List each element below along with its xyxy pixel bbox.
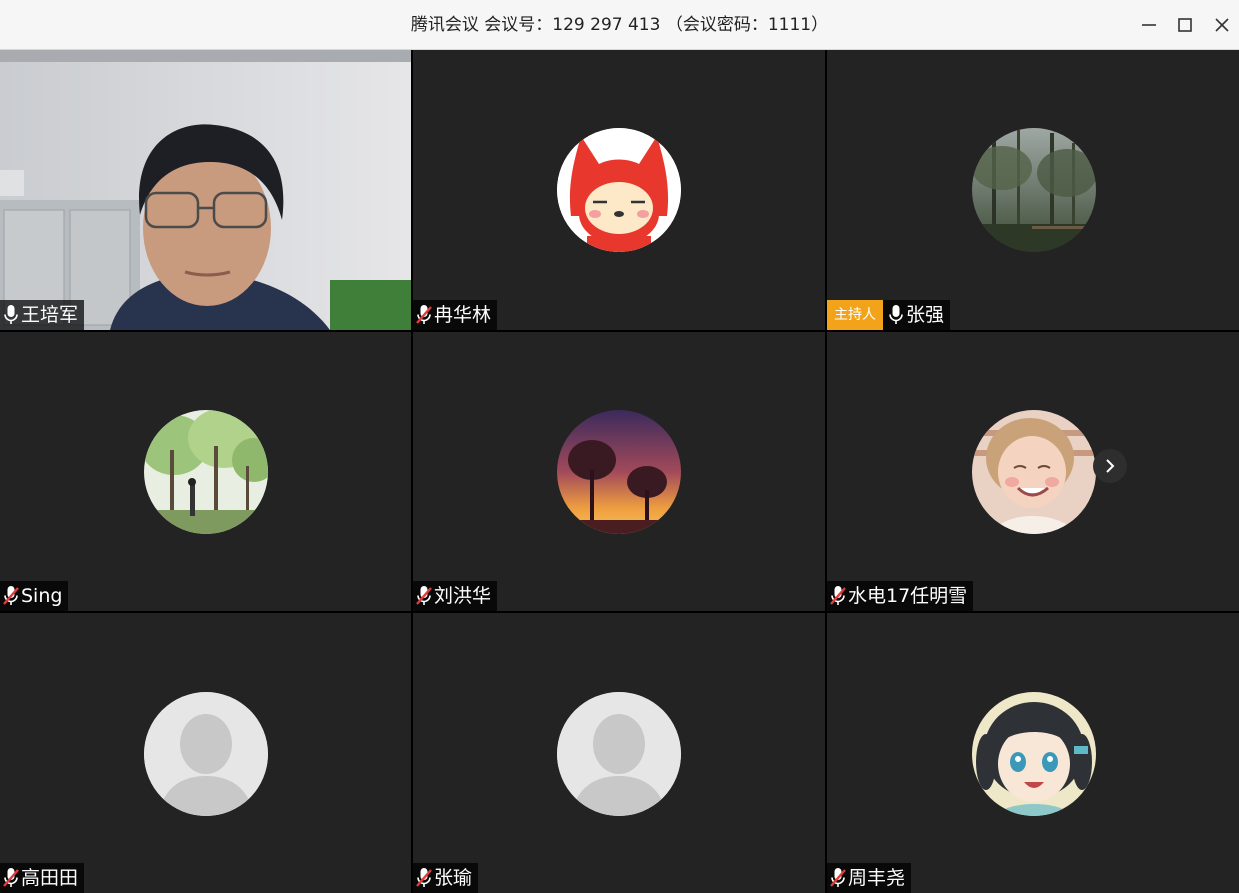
avatar bbox=[972, 692, 1096, 816]
default-person-avatar bbox=[557, 692, 681, 816]
avatar bbox=[144, 692, 268, 816]
name-tag: 高田田 bbox=[0, 863, 85, 893]
child-avatar bbox=[972, 410, 1096, 534]
avatar bbox=[557, 128, 681, 252]
participant-name: 周丰尧 bbox=[848, 867, 906, 889]
name-tag: 主持人 张强 bbox=[827, 300, 951, 330]
participant-tile-zhang-yu[interactable]: 张瑜 bbox=[413, 613, 825, 893]
participant-name: 王培军 bbox=[21, 304, 79, 326]
microphone-muted-icon[interactable] bbox=[415, 585, 433, 607]
participant-name: 高田田 bbox=[21, 867, 79, 889]
default-person-avatar bbox=[144, 692, 268, 816]
next-page-button[interactable] bbox=[1093, 449, 1127, 483]
microphone-muted-icon[interactable] bbox=[829, 867, 847, 889]
participant-name: 刘洪华 bbox=[434, 585, 492, 607]
avatar bbox=[557, 692, 681, 816]
participant-tile-ran-hualin[interactable]: 冉华林 bbox=[413, 50, 825, 330]
forest-avatar bbox=[972, 128, 1096, 252]
name-tag: 周丰尧 bbox=[827, 863, 912, 893]
microphone-icon[interactable] bbox=[887, 304, 905, 326]
red-fox-avatar bbox=[557, 128, 681, 252]
maximize-icon[interactable] bbox=[1173, 13, 1197, 37]
anime-girl-avatar bbox=[972, 692, 1096, 816]
participant-tile-zhou-fengyao[interactable]: 周丰尧 bbox=[827, 613, 1239, 893]
participant-name: 张强 bbox=[906, 304, 945, 326]
participant-name: 水电17任明雪 bbox=[848, 585, 968, 607]
participant-name: 冉华林 bbox=[434, 304, 492, 326]
avatar bbox=[972, 128, 1096, 252]
microphone-icon[interactable] bbox=[2, 304, 20, 326]
chevron-right-icon bbox=[1106, 459, 1115, 473]
participant-tile-ren-mingxue[interactable]: 水电17任明雪 bbox=[827, 332, 1239, 611]
microphone-muted-icon[interactable] bbox=[415, 867, 433, 889]
host-badge: 主持人 bbox=[827, 300, 883, 330]
name-tag: 水电17任明雪 bbox=[827, 581, 974, 611]
name-tag: 刘洪华 bbox=[413, 581, 498, 611]
close-icon[interactable] bbox=[1210, 13, 1234, 37]
participant-tile-gao-tiantian[interactable]: 高田田 bbox=[0, 613, 411, 893]
avatar bbox=[557, 410, 681, 534]
participant-tile-liu-honghua[interactable]: 刘洪华 bbox=[413, 332, 825, 611]
participant-tile-zhang-qiang[interactable]: 主持人 张强 bbox=[827, 50, 1239, 330]
participant-name: Sing bbox=[21, 585, 63, 607]
avatar bbox=[144, 410, 268, 534]
name-tag: Sing bbox=[0, 581, 69, 611]
title-bar: 腾讯会议 会议号：129 297 413 （会议密码：1111） bbox=[0, 0, 1239, 50]
video-grid: 王培军 冉华林 主持人 张强 Sing 刘洪华 水电17任明雪 高田田 张瑜 周… bbox=[0, 50, 1239, 893]
participant-name: 张瑜 bbox=[434, 867, 473, 889]
sunset-trees-avatar bbox=[557, 410, 681, 534]
participant-tile-sing[interactable]: Sing bbox=[0, 332, 411, 611]
participant-tile-wang-peijun[interactable]: 王培军 bbox=[0, 50, 411, 330]
microphone-muted-icon[interactable] bbox=[415, 304, 433, 326]
avatar bbox=[972, 410, 1096, 534]
name-tag: 张瑜 bbox=[413, 863, 479, 893]
minimize-icon[interactable] bbox=[1137, 13, 1161, 37]
window-title: 腾讯会议 会议号：129 297 413 （会议密码：1111） bbox=[410, 15, 829, 35]
park-trees-avatar bbox=[144, 410, 268, 534]
microphone-muted-icon[interactable] bbox=[2, 867, 20, 889]
microphone-muted-icon[interactable] bbox=[2, 585, 20, 607]
microphone-muted-icon[interactable] bbox=[829, 585, 847, 607]
name-tag: 冉华林 bbox=[413, 300, 498, 330]
name-tag: 王培军 bbox=[0, 300, 85, 330]
camera-video bbox=[0, 50, 411, 330]
